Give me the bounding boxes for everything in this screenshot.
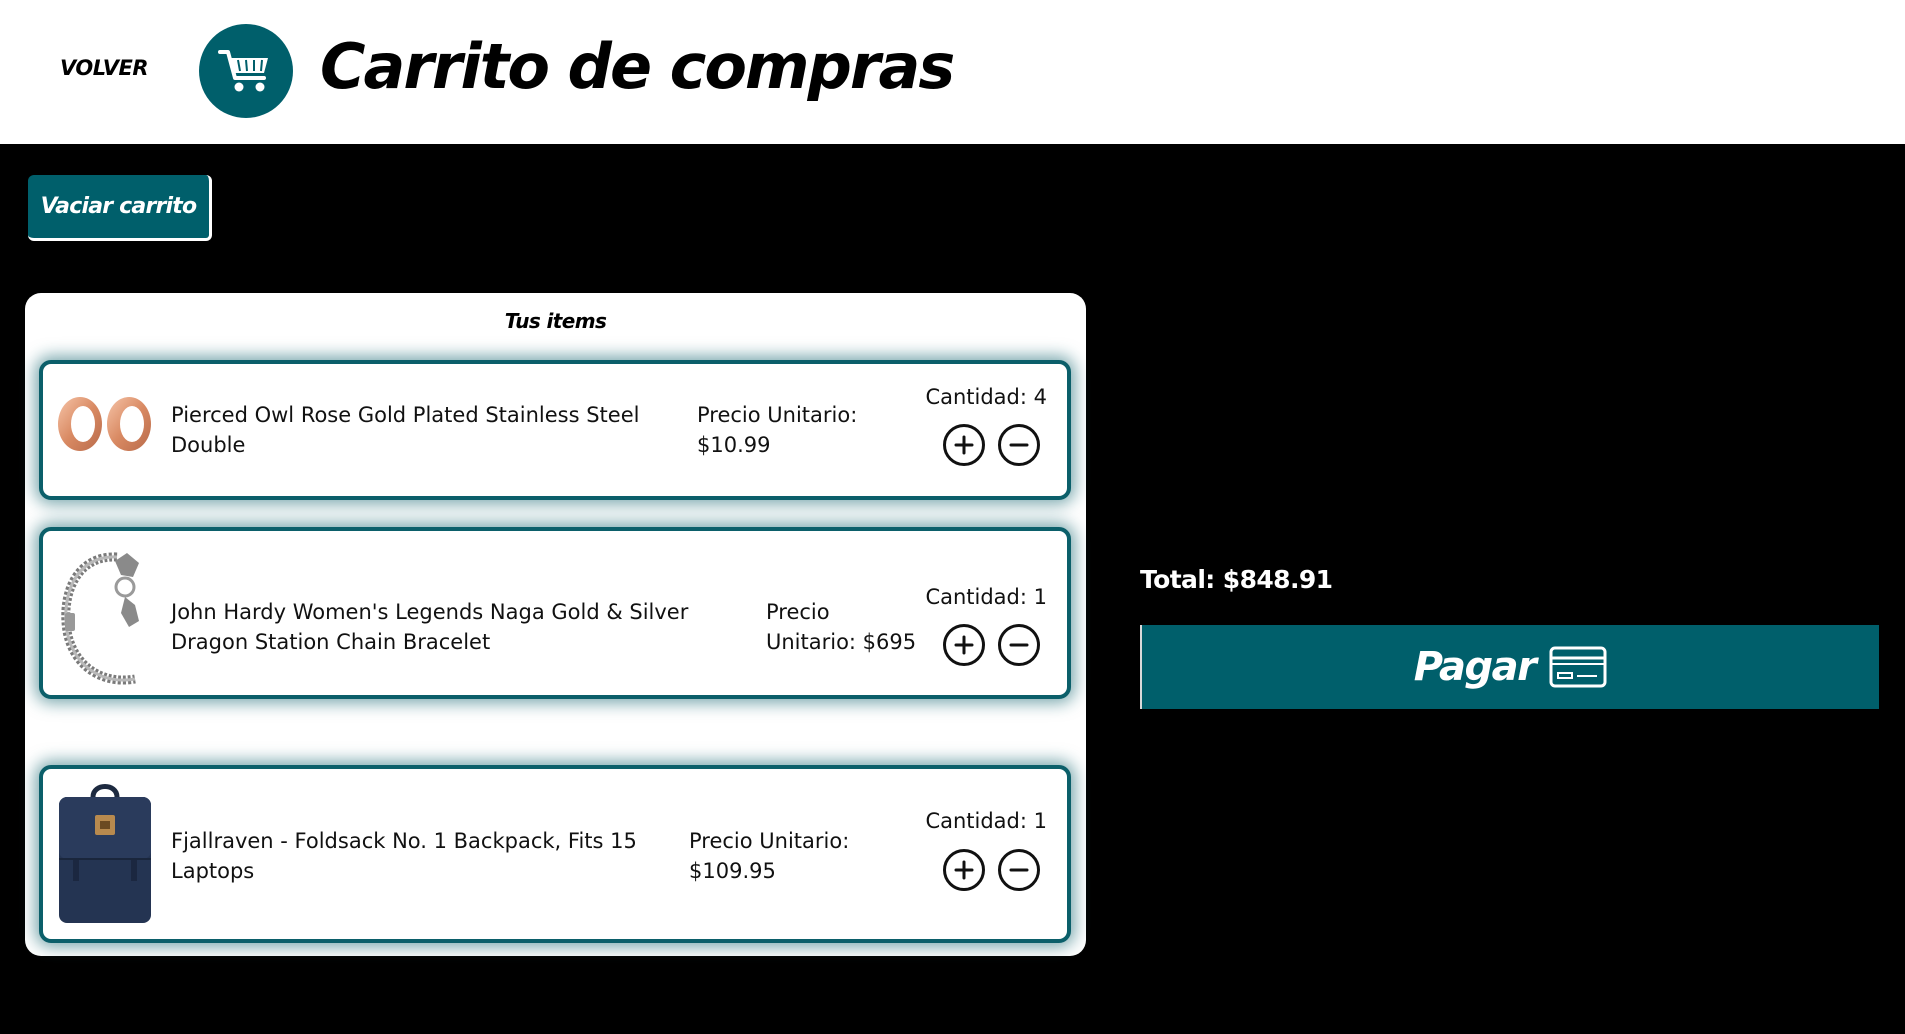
decrease-quantity-button[interactable] bbox=[998, 424, 1040, 466]
item-price: Precio Unitario: $695 bbox=[766, 600, 917, 654]
header: VOLVER Carrito de compras bbox=[0, 0, 1905, 144]
navy-backpack-image bbox=[55, 779, 155, 929]
rose-gold-earrings-image bbox=[55, 392, 155, 456]
decrease-quantity-button[interactable] bbox=[998, 624, 1040, 666]
plus-icon bbox=[954, 435, 974, 455]
decrease-quantity-button[interactable] bbox=[998, 849, 1040, 891]
items-panel: Tus items Pierced Owl Rose Gold Plated S… bbox=[25, 293, 1086, 956]
cart-total: Total: $848.91 bbox=[1140, 565, 1333, 594]
item-name: Pierced Owl Rose Gold Plated Stainless S… bbox=[171, 403, 640, 457]
chain-bracelet-image bbox=[55, 543, 155, 687]
minus-icon bbox=[1009, 868, 1029, 872]
quantity-controls bbox=[943, 624, 1040, 666]
quantity-controls bbox=[943, 424, 1040, 466]
quantity-controls bbox=[943, 849, 1040, 891]
cart-logo bbox=[199, 24, 293, 118]
item-price: Precio Unitario: $10.99 bbox=[697, 403, 858, 457]
items-panel-title: Tus items bbox=[504, 309, 607, 333]
item-price: Precio Unitario: $109.95 bbox=[689, 829, 850, 883]
increase-quantity-button[interactable] bbox=[943, 424, 985, 466]
pay-button-label: Pagar bbox=[1413, 644, 1537, 690]
item-quantity: Cantidad: 1 bbox=[925, 585, 1047, 609]
item-name: Fjallraven - Foldsack No. 1 Backpack, Fi… bbox=[171, 829, 637, 883]
item-quantity: Cantidad: 4 bbox=[925, 385, 1047, 409]
increase-quantity-button[interactable] bbox=[943, 624, 985, 666]
plus-icon bbox=[954, 635, 974, 655]
pay-button[interactable]: Pagar bbox=[1140, 625, 1879, 709]
plus-icon bbox=[954, 860, 974, 880]
cart-item: Fjallraven - Foldsack No. 1 Backpack, Fi… bbox=[39, 765, 1071, 943]
empty-cart-button[interactable]: Vaciar carrito bbox=[28, 175, 212, 241]
page-title: Carrito de compras bbox=[320, 30, 955, 103]
minus-icon bbox=[1009, 443, 1029, 447]
shopping-cart-icon bbox=[218, 50, 268, 92]
cart-item: Pierced Owl Rose Gold Plated Stainless S… bbox=[39, 360, 1071, 500]
back-link[interactable]: VOLVER bbox=[60, 56, 149, 80]
increase-quantity-button[interactable] bbox=[943, 849, 985, 891]
item-name: John Hardy Women's Legends Naga Gold & S… bbox=[171, 600, 689, 654]
cart-item: John Hardy Women's Legends Naga Gold & S… bbox=[39, 527, 1071, 699]
minus-icon bbox=[1009, 643, 1029, 647]
item-quantity: Cantidad: 1 bbox=[925, 809, 1047, 833]
credit-card-icon bbox=[1549, 646, 1607, 688]
